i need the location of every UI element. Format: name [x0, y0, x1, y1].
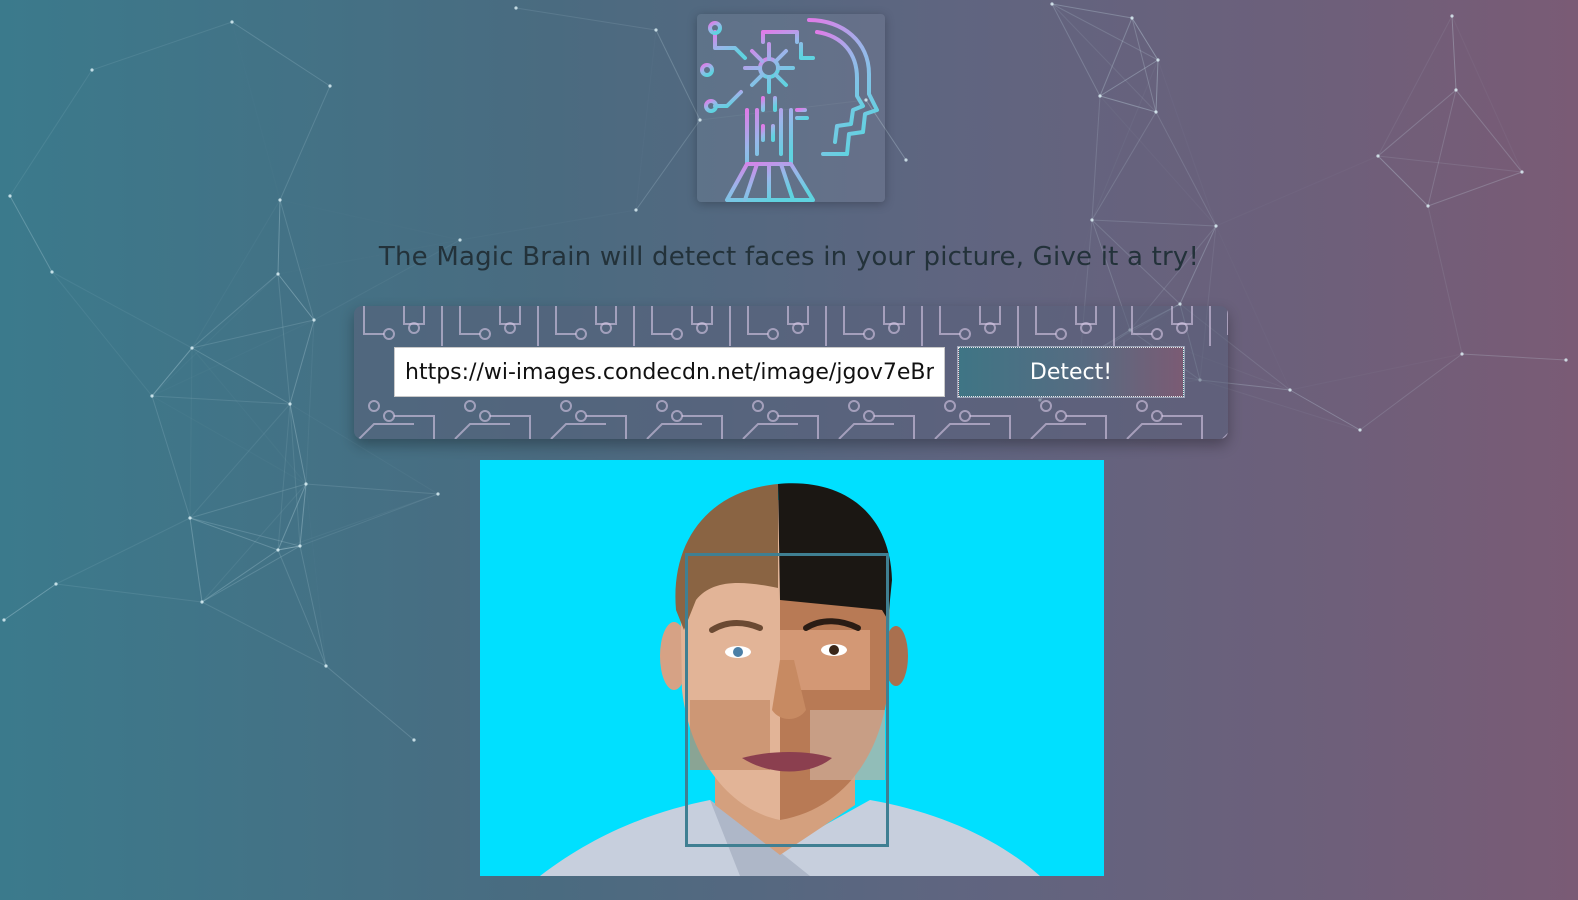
brain-logo [697, 14, 885, 202]
tagline: The Magic Brain will detect faces in you… [378, 242, 1200, 272]
result-image [480, 460, 1104, 876]
url-form-panel: Detect! [354, 306, 1228, 439]
face-bounding-box [685, 553, 889, 847]
detect-button[interactable]: Detect! [957, 346, 1185, 398]
brain-circuit-head-icon [700, 18, 879, 202]
image-url-input[interactable] [394, 347, 945, 397]
